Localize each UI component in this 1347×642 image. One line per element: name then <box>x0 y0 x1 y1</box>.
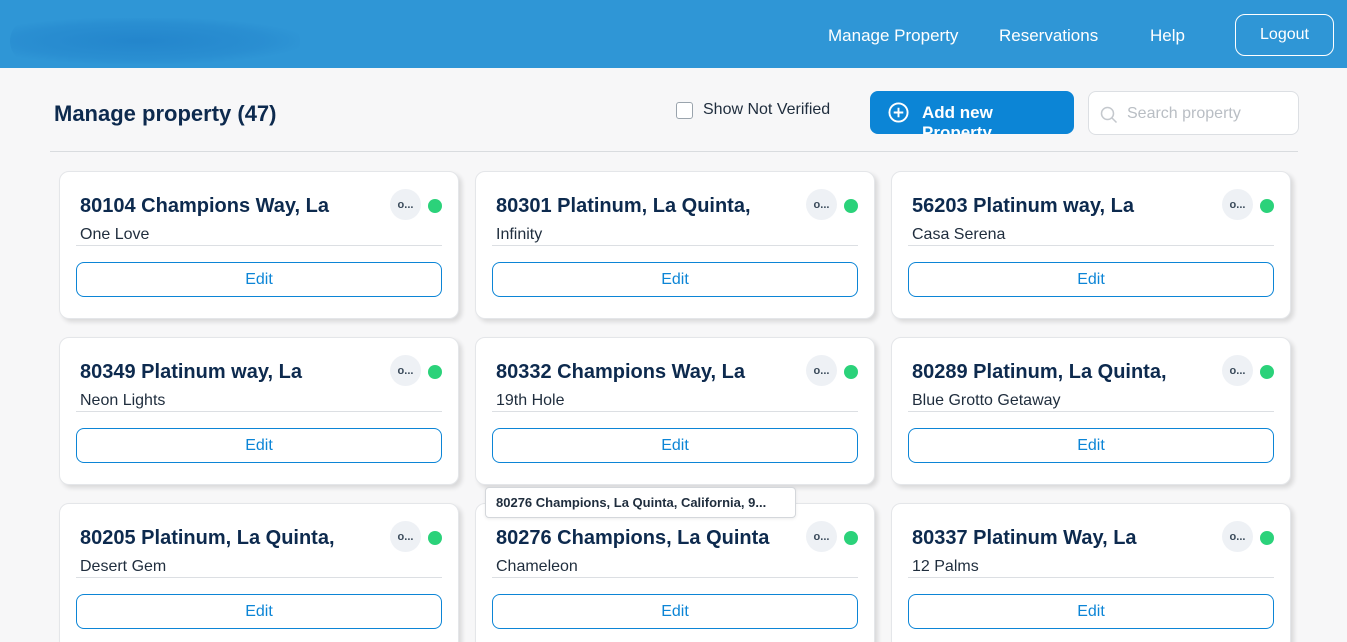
property-name: Chameleon <box>496 558 578 575</box>
property-grid: 80104 Champions Way, La Quinta o... One … <box>59 171 1291 642</box>
property-card: 56203 Platinum way, La Quinta o... Casa … <box>891 171 1291 319</box>
property-card: 80332 Champions Way, La Quinta o... 19th… <box>475 337 875 485</box>
status-indicator <box>428 365 442 379</box>
card-divider <box>76 245 442 246</box>
property-address: 80276 Champions, La Quinta <box>496 527 770 549</box>
add-new-property-label: Add new Property <box>922 103 993 134</box>
divider <box>50 151 1298 152</box>
edit-button[interactable]: Edit <box>76 428 442 463</box>
owner-avatar[interactable]: o... <box>1222 521 1253 552</box>
card-divider <box>492 411 858 412</box>
card-divider <box>908 411 1274 412</box>
property-address: 80337 Platinum Way, La Quinta <box>912 527 1137 552</box>
brand-logo[interactable] <box>10 18 300 64</box>
edit-button[interactable]: Edit <box>492 594 858 629</box>
property-address: 80301 Platinum, La Quinta, <box>496 195 751 217</box>
edit-button[interactable]: Edit <box>908 594 1274 629</box>
nav-help[interactable]: Help <box>1150 26 1185 46</box>
property-address: 56203 Platinum way, La Quinta <box>912 195 1134 220</box>
property-card: 80276 Champions, La Quinta o... Chameleo… <box>475 503 875 642</box>
search-input[interactable] <box>1127 102 1287 126</box>
property-card: 80104 Champions Way, La Quinta o... One … <box>59 171 459 319</box>
card-divider <box>76 411 442 412</box>
owner-avatar[interactable]: o... <box>390 355 421 386</box>
owner-avatar[interactable]: o... <box>806 521 837 552</box>
edit-button[interactable]: Edit <box>908 262 1274 297</box>
property-address: 80332 Champions Way, La Quinta <box>496 361 745 386</box>
nav-manage-property[interactable]: Manage Property <box>828 26 958 46</box>
owner-avatar[interactable]: o... <box>390 521 421 552</box>
status-indicator <box>428 199 442 213</box>
property-address: 80104 Champions Way, La Quinta <box>80 195 329 220</box>
property-name: Infinity <box>496 226 543 243</box>
property-name: Neon Lights <box>80 392 166 409</box>
edit-button[interactable]: Edit <box>76 262 442 297</box>
owner-avatar[interactable]: o... <box>390 189 421 220</box>
property-name: One Love <box>80 226 150 243</box>
card-divider <box>908 245 1274 246</box>
status-indicator <box>1260 365 1274 379</box>
status-indicator <box>428 531 442 545</box>
show-not-verified-toggle[interactable]: Show Not Verified <box>676 101 830 119</box>
card-divider <box>908 577 1274 578</box>
card-divider <box>492 245 858 246</box>
status-indicator <box>844 199 858 213</box>
owner-avatar[interactable]: o... <box>806 355 837 386</box>
property-name: Casa Serena <box>912 226 1006 243</box>
property-name: Desert Gem <box>80 558 167 575</box>
logout-button[interactable]: Logout <box>1235 14 1334 56</box>
property-address: 80289 Platinum, La Quinta, <box>912 361 1167 383</box>
property-name: Blue Grotto Getaway <box>912 392 1061 409</box>
address-tooltip: 80276 Champions, La Quinta, California, … <box>485 487 796 518</box>
status-indicator <box>844 531 858 545</box>
property-name: 19th Hole <box>496 392 565 409</box>
property-address: 80349 Platinum way, La Quinta <box>80 361 302 386</box>
show-not-verified-label: Show Not Verified <box>703 101 831 118</box>
nav-reservations[interactable]: Reservations <box>999 26 1098 46</box>
status-indicator <box>1260 199 1274 213</box>
status-indicator <box>1260 531 1274 545</box>
edit-button[interactable]: Edit <box>76 594 442 629</box>
property-card: 80337 Platinum Way, La Quinta o... 12 Pa… <box>891 503 1291 642</box>
property-card: 80289 Platinum, La Quinta, o... Blue Gro… <box>891 337 1291 485</box>
search-icon <box>1100 106 1118 124</box>
property-card: 80301 Platinum, La Quinta, o... Infinity… <box>475 171 875 319</box>
show-not-verified-checkbox[interactable] <box>676 101 693 119</box>
property-card: 80349 Platinum way, La Quinta o... Neon … <box>59 337 459 485</box>
card-divider <box>492 577 858 578</box>
edit-button[interactable]: Edit <box>908 428 1274 463</box>
status-indicator <box>844 365 858 379</box>
property-address: 80205 Platinum, La Quinta, <box>80 527 335 549</box>
owner-avatar[interactable]: o... <box>1222 189 1253 220</box>
property-name: 12 Palms <box>912 558 979 575</box>
search-box[interactable] <box>1088 91 1299 135</box>
owner-avatar[interactable]: o... <box>806 189 837 220</box>
edit-button[interactable]: Edit <box>492 428 858 463</box>
add-new-property-button[interactable]: Add new Property <box>870 91 1074 134</box>
top-navigation-bar: Manage Property Reservations Help Logout <box>0 0 1347 68</box>
page-title: Manage property (47) <box>54 101 277 126</box>
property-card: 80205 Platinum, La Quinta, o... Desert G… <box>59 503 459 642</box>
card-divider <box>76 577 442 578</box>
owner-avatar[interactable]: o... <box>1222 355 1253 386</box>
plus-circle-icon <box>888 102 909 123</box>
edit-button[interactable]: Edit <box>492 262 858 297</box>
